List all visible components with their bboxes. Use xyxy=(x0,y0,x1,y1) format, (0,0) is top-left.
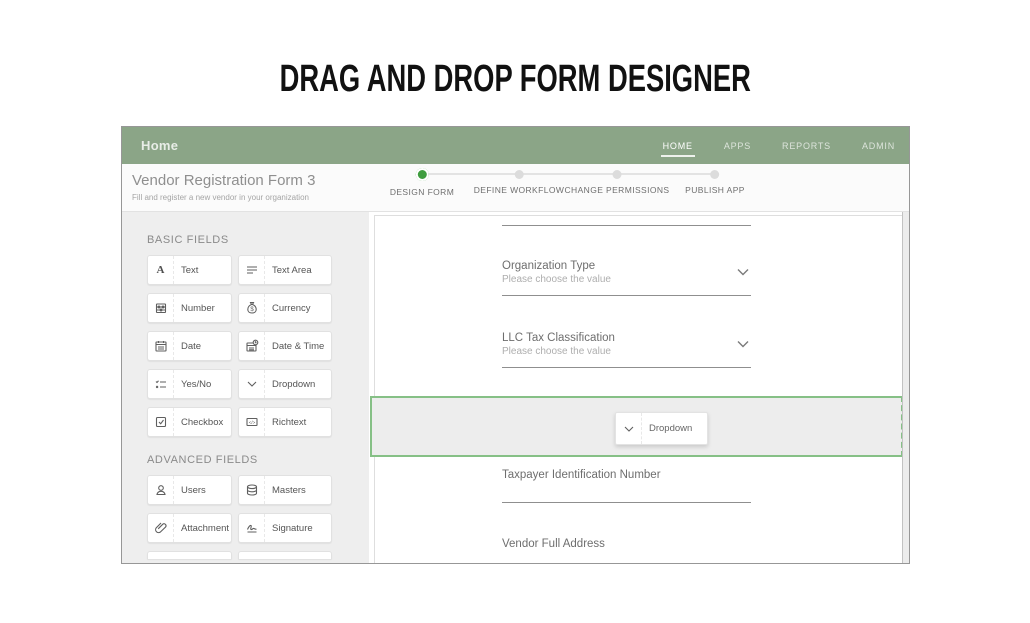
step-publish-app[interactable]: PUBLISH APP xyxy=(685,164,745,195)
step-label: CHANGE PERMISSIONS xyxy=(565,185,670,195)
signature-icon xyxy=(239,514,265,542)
basic-fields-grid: A Text Text Area Number xyxy=(147,255,353,437)
field-label: Organization Type xyxy=(502,260,595,272)
page: DRAG AND DROP FORM DESIGNER Home HOME AP… xyxy=(0,0,1030,623)
field-placeholder: Please choose the value xyxy=(502,346,611,357)
masters-icon xyxy=(239,476,265,504)
field-underline xyxy=(502,502,751,503)
field-label: Vendor Full Address xyxy=(502,538,605,550)
step-define-workflow[interactable]: DEFINE WORKFLOW xyxy=(474,164,565,195)
field-button-partial[interactable] xyxy=(238,551,332,559)
field-label: Taxpayer Identification Number xyxy=(502,469,661,481)
dropdown-icon xyxy=(239,370,265,398)
field-button-masters[interactable]: Masters xyxy=(238,475,332,505)
form-subtitle: Fill and register a new vendor in your o… xyxy=(132,193,309,202)
step-dot xyxy=(613,170,622,179)
text-icon: A xyxy=(148,256,174,284)
field-button-label: Dropdown xyxy=(265,379,315,390)
field-button-label: Richtext xyxy=(265,417,306,428)
step-dot xyxy=(515,170,524,179)
users-icon xyxy=(148,476,174,504)
top-nav: HOME APPS REPORTS ADMIN xyxy=(661,127,897,164)
chip-label: Dropdown xyxy=(642,423,692,434)
field-button-label: Date xyxy=(174,341,201,352)
yes-no-icon xyxy=(148,370,174,398)
field-palette-sidebar: BASIC FIELDS A Text Text Area xyxy=(122,212,369,564)
drop-zone[interactable]: Dropdown xyxy=(370,396,903,457)
field-button-label: Checkbox xyxy=(174,417,223,428)
field-underline-partial xyxy=(502,225,751,226)
advanced-fields-heading: ADVANCED FIELDS xyxy=(147,437,369,466)
field-button-label: Text Area xyxy=(265,265,312,276)
step-label: DESIGN FORM xyxy=(390,187,454,197)
form-canvas: Organization Type Please choose the valu… xyxy=(374,215,903,564)
step-dot-active xyxy=(416,168,429,181)
nav-reports[interactable]: REPORTS xyxy=(780,135,833,157)
form-header: Vendor Registration Form 3 Fill and regi… xyxy=(122,164,909,212)
canvas-scrollbar[interactable] xyxy=(902,212,909,564)
field-label: LLC Tax Classification xyxy=(502,332,615,344)
advanced-fields-grid: Users Masters Attachment xyxy=(147,475,353,559)
nav-admin[interactable]: ADMIN xyxy=(860,135,897,157)
step-change-permissions[interactable]: CHANGE PERMISSIONS xyxy=(565,164,670,195)
text-area-icon xyxy=(239,256,265,284)
field-button-checkbox[interactable]: Checkbox xyxy=(147,407,232,437)
step-label: DEFINE WORKFLOW xyxy=(474,185,565,195)
form-canvas-area: Organization Type Please choose the valu… xyxy=(369,212,909,564)
field-button-date-time[interactable]: Date & Time xyxy=(238,331,332,361)
field-button-label: Currency xyxy=(265,303,311,314)
field-button-currency[interactable]: $ Currency xyxy=(238,293,332,323)
brand-home[interactable]: Home xyxy=(141,138,178,153)
chevron-down-icon[interactable] xyxy=(735,336,751,352)
field-button-label: Date & Time xyxy=(265,341,324,352)
svg-text:</>: </> xyxy=(248,420,255,425)
field-button-label: Users xyxy=(174,485,206,496)
field-button-yes-no[interactable]: Yes/No xyxy=(147,369,232,399)
field-button-label: Signature xyxy=(265,523,313,534)
dropdown-icon xyxy=(616,413,642,444)
field-button-label: Number xyxy=(174,303,215,314)
chevron-down-icon[interactable] xyxy=(735,264,751,280)
field-button-label: Yes/No xyxy=(174,379,211,390)
nav-apps[interactable]: APPS xyxy=(722,135,753,157)
field-button-label: Masters xyxy=(265,485,306,496)
field-underline xyxy=(502,295,751,296)
date-time-icon xyxy=(239,332,265,360)
number-icon xyxy=(148,294,174,322)
step-dot xyxy=(711,170,720,179)
checkbox-icon xyxy=(148,408,174,436)
field-button-date[interactable]: Date xyxy=(147,331,232,361)
field-button-dropdown[interactable]: Dropdown xyxy=(238,369,332,399)
field-button-partial[interactable] xyxy=(147,551,232,559)
svg-text:$: $ xyxy=(250,307,254,313)
field-button-text-area[interactable]: Text Area xyxy=(238,255,332,285)
richtext-icon: </> xyxy=(239,408,265,436)
field-button-users[interactable]: Users xyxy=(147,475,232,505)
field-placeholder: Please choose the value xyxy=(502,274,611,285)
field-underline xyxy=(502,367,751,368)
field-button-label: Text xyxy=(174,265,198,276)
date-icon xyxy=(148,332,174,360)
currency-icon: $ xyxy=(239,294,265,322)
field-button-label: Attachment xyxy=(174,523,229,534)
content: BASIC FIELDS A Text Text Area xyxy=(122,212,909,564)
nav-home[interactable]: HOME xyxy=(661,135,695,157)
field-button-richtext[interactable]: </> Richtext xyxy=(238,407,332,437)
step-label: PUBLISH APP xyxy=(685,185,745,195)
attachment-icon xyxy=(148,514,174,542)
topbar: Home HOME APPS REPORTS ADMIN xyxy=(122,127,909,164)
field-button-text[interactable]: A Text xyxy=(147,255,232,285)
field-button-number[interactable]: Number xyxy=(147,293,232,323)
basic-fields-heading: BASIC FIELDS xyxy=(147,212,369,246)
form-title: Vendor Registration Form 3 xyxy=(132,172,315,189)
field-button-signature[interactable]: Signature xyxy=(238,513,332,543)
step-design-form[interactable]: DESIGN FORM xyxy=(390,164,454,197)
app-window: Home HOME APPS REPORTS ADMIN Vendor Regi… xyxy=(121,126,910,564)
field-button-attachment[interactable]: Attachment xyxy=(147,513,232,543)
page-title: DRAG AND DROP FORM DESIGNER xyxy=(0,58,1030,101)
dragged-dropdown-chip[interactable]: Dropdown xyxy=(615,412,708,445)
